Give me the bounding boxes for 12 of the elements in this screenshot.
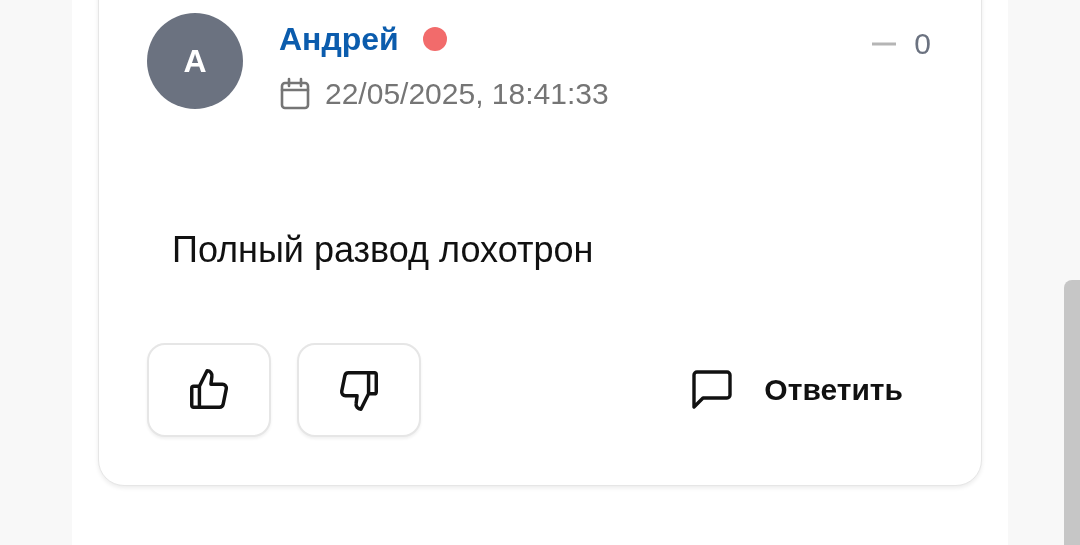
dislike-button[interactable]: [297, 343, 421, 437]
minus-icon: [872, 42, 897, 46]
like-button[interactable]: [147, 343, 271, 437]
scrollbar[interactable]: [1064, 280, 1080, 545]
author-name[interactable]: Андрей: [279, 20, 399, 58]
avatar: А: [147, 13, 243, 109]
comment-icon: [690, 369, 735, 411]
comment-text: Полный развод лохотрон: [172, 229, 595, 271]
reply-button[interactable]: Ответить: [690, 369, 903, 411]
calendar-icon: [279, 77, 311, 111]
comment-date: 22/05/2025, 18:41:33: [325, 77, 609, 111]
comment-score: 0: [914, 27, 931, 61]
